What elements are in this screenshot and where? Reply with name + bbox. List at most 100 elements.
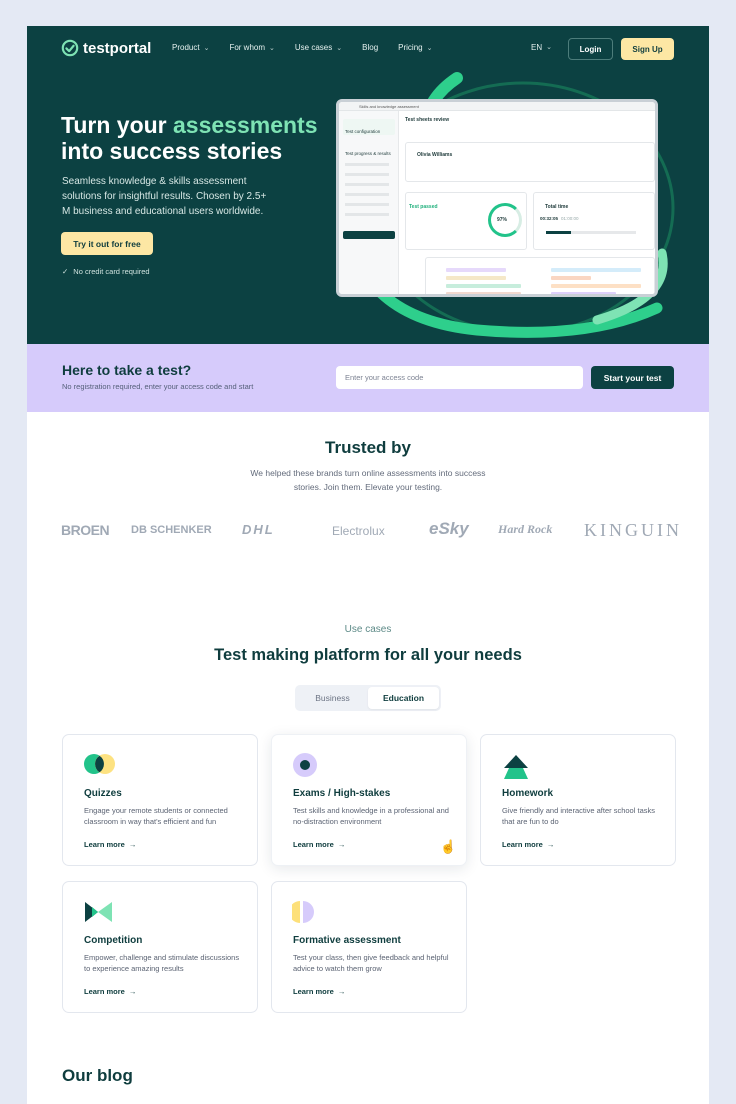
signup-button[interactable]: Sign Up [621, 38, 674, 60]
mockup-respondent-name: Olivia Williams [417, 152, 453, 158]
brand-name: testportal [83, 39, 152, 57]
esky-logo: eSky [429, 519, 469, 538]
electrolux-logo: Electrolux [332, 524, 385, 538]
hero-section: testportal Product ⌄ For whom ⌄ Use cases ⌄… [27, 26, 709, 344]
mockup-sidebar: Test configuration Test progress & resul… [339, 111, 399, 294]
take-test-section: Here to take a test? No registration req… [27, 344, 709, 412]
card-homework[interactable]: Homework Give friendly and interactive a… [480, 734, 676, 866]
mockup-window-title: Skills and knowledge assessment [339, 102, 655, 111]
learn-more-link[interactable]: Learn more → [293, 987, 345, 996]
nav-item-label: Use cases [294, 43, 333, 52]
login-button[interactable]: Login [568, 38, 613, 60]
learn-more-label: Learn more [84, 840, 125, 849]
mockup-time-card: Total time 00:32:05 01:00:00 [533, 192, 655, 250]
nav-item-pricing[interactable]: Pricing ⌄ [398, 43, 432, 52]
formative-assessment-icon [292, 901, 314, 923]
mockup-time-value: 00:32:05 [540, 216, 559, 221]
learn-more-label: Learn more [84, 987, 125, 996]
arrow-right-icon: → [546, 840, 555, 849]
chevron-down-icon: ⌄ [203, 44, 210, 52]
mockup-time-label: Total time [545, 204, 569, 210]
db-schenker-logo: DB SCHENKER [131, 524, 212, 536]
top-nav: testportal Product ⌄ For whom ⌄ Use cases ⌄… [27, 26, 709, 72]
blog-title: Our blog [62, 1066, 133, 1085]
learn-more-link[interactable]: Learn more → [502, 840, 554, 849]
nav-item-label: For whom [229, 43, 266, 52]
note-text: No credit card required [73, 267, 150, 276]
card-title: Quizzes [84, 788, 122, 799]
chevron-down-icon: ⌄ [336, 44, 343, 52]
tab-business[interactable]: Business [297, 687, 368, 709]
audience-tabs: Business Education [295, 685, 441, 711]
card-quizzes[interactable]: Quizzes Engage your remote students or c… [62, 734, 258, 866]
try-free-button[interactable]: Try it out for free [61, 232, 153, 255]
quizzes-icon [84, 754, 115, 774]
chevron-down-icon: ⌄ [269, 44, 275, 52]
brand-logo[interactable]: testportal [61, 39, 151, 57]
take-test-title: Here to take a test? [62, 362, 192, 378]
no-credit-card-note: ✓ No credit card required [62, 267, 150, 276]
arrow-right-icon: → [337, 840, 346, 849]
card-title: Homework [502, 788, 554, 799]
card-formative-assessment[interactable]: Formative assessment Test your class, th… [271, 881, 467, 1013]
nav-item-label: Blog [362, 43, 379, 52]
learn-more-link[interactable]: Learn more → [84, 840, 136, 849]
broen-logo: BROEN [61, 522, 110, 538]
mockup-categories-card [425, 257, 655, 294]
hero-title-part1: Turn your [61, 112, 174, 138]
card-competition[interactable]: Competition Empower, challenge and stimu… [62, 881, 258, 1013]
start-test-button[interactable]: Start your test [591, 366, 674, 389]
hero-title-accent: assessments [173, 112, 318, 138]
mockup-score: 97% [497, 217, 508, 223]
card-description: Give friendly and interactive after scho… [502, 806, 655, 826]
arrow-right-icon: → [128, 987, 137, 996]
check-circle-icon [61, 39, 79, 57]
page: testportal Product ⌄ For whom ⌄ Use cases ⌄… [27, 26, 709, 1104]
homework-icon [504, 755, 528, 779]
hero-title: Turn your assessments into success storie… [61, 112, 341, 164]
exams-icon [293, 753, 317, 777]
access-code-input[interactable]: Enter your access code [336, 366, 583, 389]
hard-rock-logo: Hard Rock [498, 522, 553, 536]
tab-education[interactable]: Education [368, 687, 439, 709]
learn-more-link[interactable]: Learn more → [84, 987, 136, 996]
mockup-window: Skills and knowledge assessment Test con… [336, 99, 658, 297]
brand-logos: BROEN DB SCHENKER DHL Electrolux eSky Ha… [27, 516, 709, 548]
trusted-subtitle: We helped these brands turn online asses… [250, 468, 486, 492]
mockup-side-item: Test configuration [345, 129, 381, 134]
language-label: EN [531, 43, 543, 52]
nav-menu: Product ⌄ For whom ⌄ Use cases ⌄ Blog Prici… [172, 43, 432, 52]
card-description: Test your class, then give feedback and … [293, 953, 449, 973]
dhl-logo: DHL [242, 522, 275, 537]
nav-item-blog[interactable]: Blog [362, 43, 378, 52]
hand-pointer-icon: ☝ [440, 839, 457, 854]
card-description: Empower, challenge and stimulate discuss… [84, 953, 240, 973]
card-description: Engage your remote students or connected… [84, 806, 228, 826]
card-description: Test skills and knowledge in a professio… [293, 806, 449, 826]
learn-more-link[interactable]: Learn more → [293, 840, 345, 849]
nav-item-label: Pricing [398, 43, 423, 52]
arrow-right-icon: → [128, 840, 137, 849]
card-title: Competition [84, 935, 143, 946]
trusted-title: Trusted by [325, 438, 411, 457]
nav-item-product[interactable]: Product ⌄ [172, 43, 209, 52]
mockup-time-limit: 01:00:00 [561, 216, 579, 221]
mockup-panel-title: Test sheets review [405, 117, 450, 123]
chevron-down-icon: ⌄ [426, 44, 433, 52]
mockup-side-item: Test progress & results [345, 151, 391, 156]
hero-subtitle: Seamless knowledge & skills assessment s… [62, 176, 267, 217]
chevron-down-icon: ⌄ [546, 44, 552, 51]
use-cases-title: Test making platform for all your needs [214, 646, 522, 664]
learn-more-label: Learn more [293, 840, 334, 849]
use-cases-kicker: Use cases [344, 624, 392, 635]
card-exams[interactable]: Exams / High-stakes Test skills and know… [271, 734, 467, 866]
take-test-subtitle: No registration required, enter your acc… [62, 382, 254, 391]
language-selector[interactable]: EN ⌄ [531, 43, 552, 52]
product-mockup: Skills and knowledge assessment Test con… [327, 68, 707, 344]
learn-more-label: Learn more [293, 987, 334, 996]
card-title: Formative assessment [293, 935, 401, 946]
card-title: Exams / High-stakes [293, 788, 391, 799]
nav-item-for-whom[interactable]: For whom ⌄ [229, 43, 274, 52]
nav-item-use-cases[interactable]: Use cases ⌄ [295, 43, 342, 52]
mockup-respondent-card: Olivia Williams [405, 142, 655, 182]
